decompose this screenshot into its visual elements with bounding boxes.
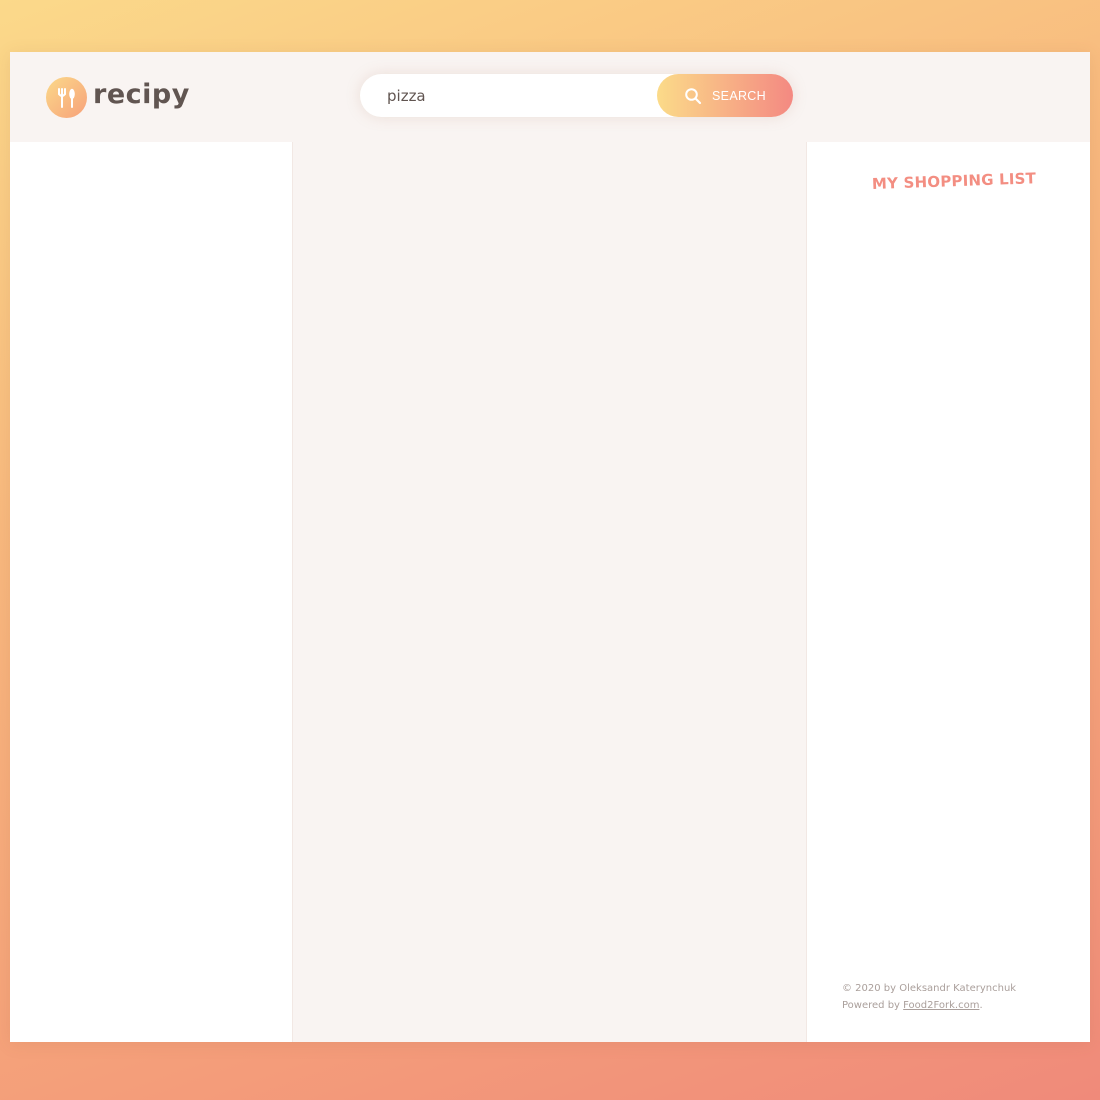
app-container: recipy SEARCH MY SHOPPING LIST © 2020 by… bbox=[10, 52, 1090, 1042]
search-button[interactable]: SEARCH bbox=[657, 74, 793, 117]
recipe-panel bbox=[292, 142, 807, 1042]
powered-by-suffix: . bbox=[979, 1000, 983, 1011]
header: recipy SEARCH bbox=[10, 52, 1090, 142]
copyright-note: © 2020 by Oleksandr Katerynchuk Powered … bbox=[842, 980, 1016, 1014]
food2fork-link[interactable]: Food2Fork.com bbox=[903, 1000, 979, 1011]
shopping-list-panel: MY SHOPPING LIST © 2020 by Oleksandr Kat… bbox=[807, 142, 1090, 1042]
fork-knife-icon bbox=[46, 77, 87, 118]
search-results-panel bbox=[10, 142, 292, 1042]
search-icon bbox=[684, 87, 702, 105]
powered-by-prefix: Powered by bbox=[842, 1000, 904, 1011]
shopping-list-heading: MY SHOPPING LIST bbox=[871, 169, 1037, 193]
search-form: SEARCH bbox=[360, 74, 793, 117]
logo-text: recipy bbox=[93, 79, 190, 110]
logo[interactable]: recipy bbox=[46, 77, 190, 118]
copyright-text: © 2020 by Oleksandr Katerynchuk bbox=[842, 983, 1017, 994]
search-input[interactable] bbox=[360, 74, 660, 117]
search-button-label: SEARCH bbox=[712, 88, 766, 103]
